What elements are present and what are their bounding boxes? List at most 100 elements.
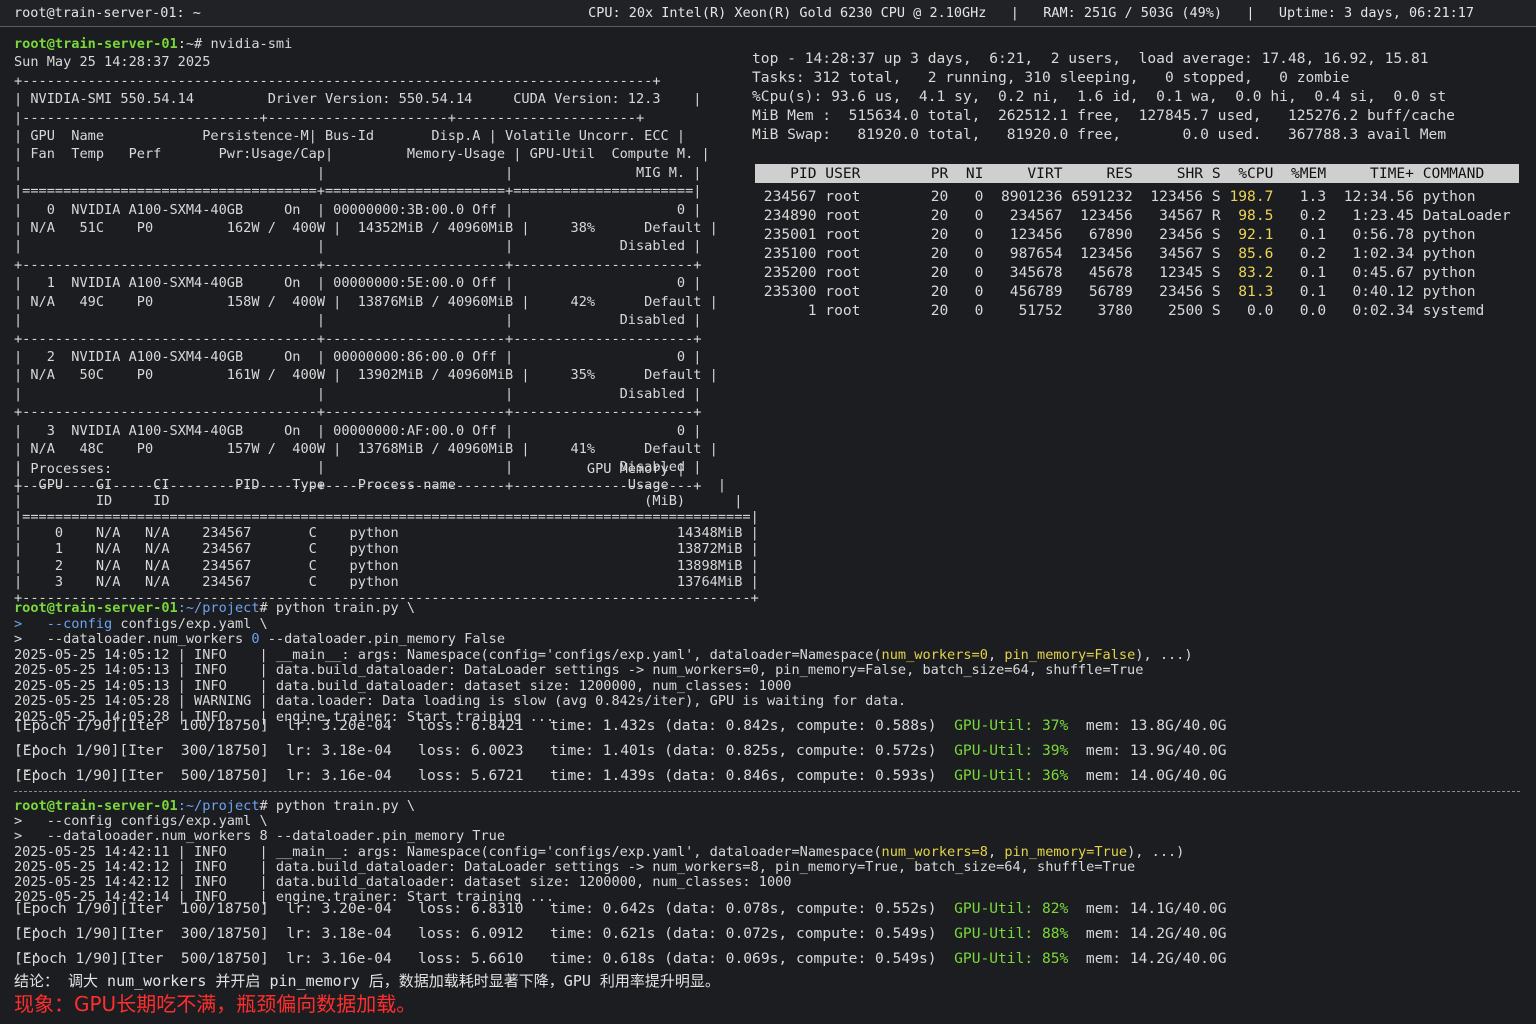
iter-line: [Epoch 1/90][Iter 100/18750] lr: 3.20e-0… — [14, 900, 1227, 917]
top-column-header: PID USER PR NI VIRT RES SHR S %CPU %MEM … — [755, 164, 1519, 183]
top-row-fields: 0.1 0:45.67 python — [1273, 264, 1476, 281]
training-iters-2: [Epoch 1/90][Iter 100/18750] lr: 3.20e-0… — [14, 901, 1227, 967]
top-row-fields: 0.1 0:56.78 python — [1273, 226, 1476, 243]
prompt-path: :~/project — [177, 798, 260, 814]
prompt-path: :~/project — [177, 600, 260, 616]
iter-line: [Epoch 1/90][Iter 500/18750] lr: 3.16e-0… — [14, 950, 1227, 967]
section-divider — [14, 791, 1520, 792]
smi-separator: |====================================+==… — [14, 183, 702, 200]
smi-separator: +------------------------------------+--… — [14, 330, 702, 347]
iter-line: [Epoch 1/90][Iter 300/18750] lr: 3.18e-0… — [14, 925, 1227, 942]
prompt-path: :~# — [177, 36, 211, 52]
gpu-util: GPU-Util: 88% — [954, 925, 1069, 943]
log-text: ), ...) — [1135, 646, 1193, 663]
window-titlebar: root@train-server-01: ~ CPU: 20x Intel(R… — [0, 0, 1536, 27]
proc-header: | GPU GI CI PID Type Process name Usage … — [14, 477, 727, 494]
top-row-fields: 234567 root 20 0 8901236 6591232 123456 … — [755, 188, 1230, 205]
log-highlight: pin_memory=True — [1004, 843, 1128, 860]
proc-header: | Processes: GPU Memory | — [14, 461, 686, 477]
log-highlight: pin_memory=False — [1004, 646, 1136, 663]
iter-line: [Epoch 1/90][Iter 300/18750] lr: 3.18e-0… — [14, 742, 1227, 759]
system-stats: CPU: 20x Intel(R) Xeon(R) Gold 6230 CPU … — [588, 5, 1474, 21]
log-line: 2025-05-25 14:42:12 | INFO | data.build_… — [14, 874, 792, 891]
phenomenon-note: 现象：GPU长期吃不满，瓶颈偏向数据加载。 — [14, 992, 417, 1016]
gpu-row: | N/A 48C P0 157W / 400W | 13768MiB / 40… — [14, 440, 718, 457]
top-summary-line: %Cpu(s): 93.6 us, 4.1 sy, 0.2 ni, 1.6 id… — [752, 88, 1447, 105]
iter-mem: mem: 14.1G/40.0G — [1068, 900, 1227, 917]
log-text: 2025-05-25 14:05:12 | INFO | __main__: a… — [14, 646, 882, 663]
iter-mem: mem: 14.2G/40.0G — [1068, 950, 1227, 968]
top-row-fields: 235100 root 20 0 987654 123456 34567 S — [755, 245, 1239, 262]
prompt-userhost: root@train-server-01 — [14, 36, 178, 52]
smi-header-line: | Fan Temp Perf Pwr:Usage/Cap| Memory-Us… — [14, 146, 710, 163]
log-line: 2025-05-25 14:42:11 | INFO | __main__: a… — [14, 844, 1184, 860]
command-continuation: > --config configs/exp.yaml \ — [14, 813, 268, 830]
top-summary-line: top - 14:28:37 up 3 days, 6:21, 2 users,… — [752, 50, 1429, 67]
top-process-list: 234567 root 20 0 8901236 6591232 123456 … — [755, 187, 1511, 320]
top-row-fields: 234890 root 20 0 234567 123456 34567 R — [755, 207, 1239, 224]
gpu-row: | 2 NVIDIA A100-SXM4-40GB On | 00000000:… — [14, 348, 702, 365]
top-row-fields: 1.3 12:34.56 python — [1273, 188, 1476, 205]
log-highlight: num_workers=8 — [881, 843, 988, 860]
log-text: 2025-05-25 14:42:11 | INFO | __main__: a… — [14, 843, 882, 860]
top-row-fields: 235200 root 20 0 345678 45678 12345 S — [755, 264, 1239, 281]
top-row-cpu: 83.2 — [1238, 264, 1274, 281]
iter-line: [Epoch 1/90][Iter 100/18750] lr: 3.20e-0… — [14, 717, 1227, 734]
prompt-command: # python train.py \ — [259, 600, 416, 616]
top-summary-line: Tasks: 312 total, 2 running, 310 sleepin… — [752, 69, 1350, 86]
gpu-row: | | | Disabled | — [14, 238, 702, 255]
gpu-row: | N/A 50C P0 161W / 400W | 13902MiB / 40… — [14, 367, 718, 384]
gpu-util: GPU-Util: 36% — [954, 767, 1069, 785]
top-column-labels: PID USER PR NI VIRT RES SHR S %CPU %MEM … — [755, 165, 1485, 182]
top-row: 235200 root 20 0 345678 45678 12345 S 83… — [755, 264, 1476, 281]
top-row-fields: 235001 root 20 0 123456 67890 23456 S — [755, 226, 1239, 243]
top-row: 235100 root 20 0 987654 123456 34567 S 8… — [755, 245, 1476, 262]
iter-stats: [Epoch 1/90][Iter 300/18750] lr: 3.18e-0… — [14, 742, 955, 760]
gpu-util: GPU-Util: 82% — [954, 900, 1069, 917]
gpu-row: | N/A 51C P0 162W / 400W | 14352MiB / 40… — [14, 220, 718, 237]
continuation-prefix: > — [14, 615, 47, 632]
top-row-cpu: 85.6 — [1238, 245, 1274, 262]
iter-mem: mem: 13.8G/40.0G — [1068, 717, 1227, 734]
continuation-rest: --dataloader.pin_memory False — [259, 631, 506, 647]
top-summary-line: MiB Swap: 81920.0 total, 81920.0 free, 0… — [752, 126, 1447, 143]
process-row: | 2 N/A N/A 234567 C python 13898MiB | — [14, 557, 759, 574]
command-continuation: > --datalooader.num_workers 8 --dataload… — [14, 828, 506, 845]
iter-stats: [Epoch 1/90][Iter 500/18750] lr: 3.16e-0… — [14, 950, 955, 968]
prompt-userhost: root@train-server-01 — [14, 600, 178, 616]
prompt-command: nvidia-smi — [210, 36, 293, 52]
log-text: ), ...) — [1127, 843, 1185, 860]
smi-processes-table: | Processes: GPU Memory | | GPU GI CI PI… — [14, 461, 759, 606]
top-row-fields: 0.0 0:02.34 systemd — [1273, 302, 1485, 319]
gpu-util: GPU-Util: 37% — [954, 717, 1069, 734]
num-workers-value: 0 — [251, 631, 260, 647]
top-row: 234890 root 20 0 234567 123456 34567 R 9… — [755, 207, 1511, 224]
iter-mem: mem: 14.2G/40.0G — [1068, 925, 1227, 943]
smi-separator: |-----------------------------+---------… — [14, 109, 645, 126]
top-row-cpu: 0.0 — [1247, 302, 1274, 319]
gpu-row: | N/A 49C P0 158W / 400W | 13876MiB / 40… — [14, 293, 718, 310]
gpu-util: GPU-Util: 39% — [954, 742, 1069, 760]
prompt-command: # python train.py \ — [259, 798, 416, 814]
continuation-flag: --config — [46, 615, 113, 632]
gpu-row: | 3 NVIDIA A100-SXM4-40GB On | 00000000:… — [14, 422, 702, 439]
top-row-cpu: 92.1 — [1238, 226, 1274, 243]
top-row-fields: 235300 root 20 0 456789 56789 23456 S — [755, 283, 1239, 300]
process-row: | 1 N/A N/A 234567 C python 13872MiB | — [14, 541, 759, 558]
smi-separator: +------------------------------------+--… — [14, 404, 702, 421]
top-row-fields: 0.2 1:23.45 DataLoader — [1273, 207, 1511, 224]
training-iters-1: [Epoch 1/90][Iter 100/18750] lr: 3.20e-0… — [14, 718, 1227, 785]
top-row: 235001 root 20 0 123456 67890 23456 S 92… — [755, 226, 1476, 243]
iter-stats: [Epoch 1/90][Iter 300/18750] lr: 3.18e-0… — [14, 925, 955, 943]
iter-mem: mem: 13.9G/40.0G — [1068, 742, 1227, 760]
gpu-util: GPU-Util: 85% — [954, 950, 1069, 968]
log-line: 2025-05-25 14:42:12 | INFO | data.build_… — [14, 858, 1136, 875]
smi-date: Sun May 25 14:28:37 2025 — [14, 54, 211, 71]
continuation-rest: configs/exp.yaml \ — [112, 615, 268, 632]
training-run-2: root@train-server-01:~/project# python t… — [14, 798, 1184, 905]
top-row: 1 root 20 0 51752 3780 2500 S 0.0 0.0 0:… — [755, 302, 1485, 319]
conclusion-text: 结论： 调大 num_workers 并开启 pin_memory 后，数据加载… — [14, 972, 720, 990]
window-title: root@train-server-01: ~ — [14, 5, 201, 21]
log-line: 2025-05-25 14:05:12 | INFO | __main__: a… — [14, 647, 1193, 663]
iter-stats: [Epoch 1/90][Iter 500/18750] lr: 3.16e-0… — [14, 767, 955, 785]
